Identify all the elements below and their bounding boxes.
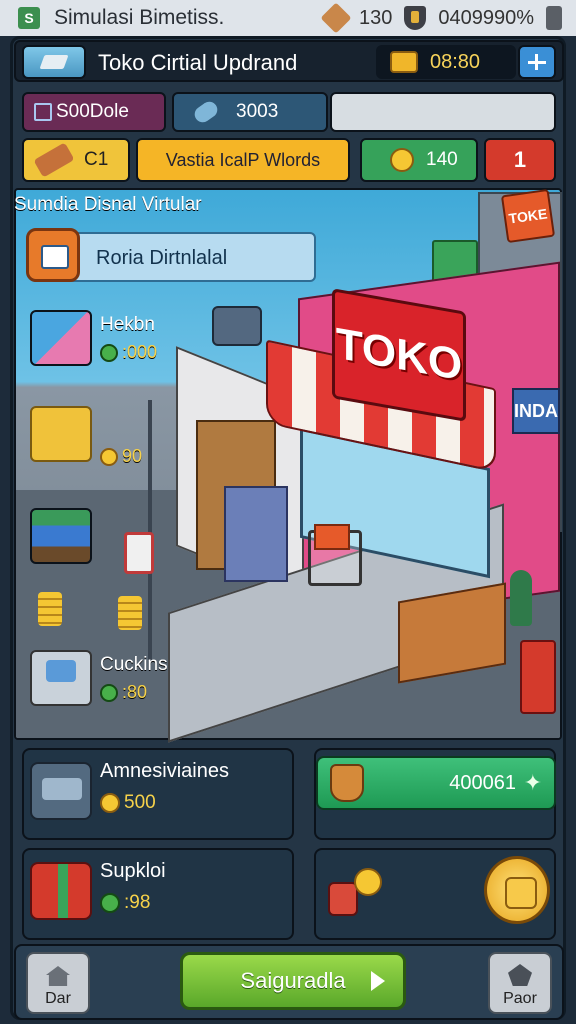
money-bag-icon [330, 764, 364, 802]
list-item[interactable]: 90 [30, 406, 180, 466]
battery-icon [546, 6, 562, 30]
card-name: Amnesiviaines [100, 760, 229, 782]
item-price-value: :80 [122, 682, 148, 702]
resource-pill-b[interactable]: 3003 [172, 92, 328, 132]
green-coin-icon [100, 893, 120, 913]
register-icon [30, 650, 92, 706]
resources-row: S00Dole 3003 [22, 92, 556, 132]
alert-button[interactable]: 1 [484, 138, 556, 182]
home-label: Dar [45, 990, 71, 1007]
shelf-fridge[interactable] [224, 486, 288, 582]
upgrade-card[interactable]: Supkloi :98 [22, 848, 294, 940]
resource-bar-empty [330, 92, 556, 132]
sparkle-icon: ✦ [523, 770, 542, 795]
tower-sign: TOKE [500, 188, 556, 244]
upgrade-card[interactable]: Amnesiviaines 500 [22, 748, 294, 840]
action-row: C1 Vastia IcalP Wlords 140 1 [22, 138, 556, 182]
item-name: Cuckins [100, 654, 168, 675]
primary-action-label: Saiguradla [240, 968, 346, 993]
bottom-bar: Dar Saiguradla Paor [14, 944, 564, 1020]
drone [212, 306, 262, 346]
status-battery-text: 0409990% [438, 6, 534, 29]
menu-grid-button[interactable] [518, 45, 556, 79]
time-text: 08:80 [430, 50, 481, 73]
list-item[interactable] [30, 508, 180, 568]
card-price: 500 [100, 792, 156, 814]
home-button[interactable]: Dar [26, 952, 90, 1014]
bag-icon [320, 2, 352, 34]
resource-a-value: S00Dole [56, 101, 129, 122]
item-name: Hekbn [100, 314, 155, 335]
red-stand [520, 640, 556, 714]
shield-icon [404, 6, 427, 30]
box-icon [34, 103, 52, 121]
shelf-stock-icon [30, 508, 92, 564]
reward-card [314, 848, 556, 940]
tag-label: Paor [503, 990, 537, 1007]
coin-jar-icon [324, 862, 382, 916]
gold-coin-icon [100, 793, 120, 813]
item-price: :80 [100, 682, 147, 703]
toko-sign: TOKO [332, 288, 466, 422]
status-title: Simulasi Bimetiss. [54, 6, 225, 29]
collect-coin-button[interactable] [484, 856, 550, 924]
words-button[interactable]: Vastia IcalP Wlords [136, 138, 350, 182]
gold-gem-icon [390, 51, 418, 73]
list-item[interactable]: Hekbn :000 [30, 310, 180, 370]
coin-icon [390, 148, 414, 172]
primary-action-button[interactable]: Saiguradla [180, 952, 406, 1010]
arrow-right-icon [371, 971, 385, 991]
customer [510, 570, 532, 626]
green-coin-icon [100, 683, 118, 702]
shop-icon[interactable] [22, 45, 86, 79]
header-bar: Toko Cirtial Updrand 08:80 [14, 40, 564, 82]
crate-icon [30, 406, 92, 462]
item-price-value: 90 [122, 446, 143, 466]
status-count: 130 [358, 6, 393, 29]
tool-button[interactable]: C1 [22, 138, 130, 182]
tag-icon [508, 964, 532, 986]
hammer-icon [33, 142, 75, 178]
status-bar: S Simulasi Bimetiss. 130 0409990% [0, 0, 576, 36]
buy-value: 400061 [449, 772, 516, 794]
tag-button[interactable]: Paor [488, 952, 552, 1014]
coin-stack-icon [38, 592, 62, 626]
card-name: Supkloi [100, 860, 166, 882]
green-coin-icon [100, 343, 118, 362]
info-panel-text: Roria Dirtnlalal [96, 247, 228, 269]
buy-button[interactable]: 400061 ✦ [316, 756, 556, 810]
truck-icon [30, 762, 92, 820]
home-icon [46, 966, 70, 986]
shop-badge-icon [26, 228, 80, 282]
page-title: Toko Cirtial Updrand [98, 50, 298, 75]
coins-value: 140 [426, 149, 458, 170]
buy-card: 400061 ✦ [314, 748, 556, 840]
scene-caption: Sumdia Disnal Virtular [14, 194, 202, 215]
resource-pill-a[interactable]: S00Dole [22, 92, 166, 132]
time-display: 08:80 [376, 45, 516, 79]
app-icon: S [18, 7, 40, 29]
boxes-icon [30, 310, 92, 366]
card-price-value: 500 [124, 792, 156, 813]
wrench-icon [191, 98, 221, 126]
list-item[interactable]: Cuckins :80 [30, 650, 180, 710]
gift-icon [30, 862, 92, 920]
gold-coin-icon [100, 447, 118, 466]
card-price: :98 [100, 892, 150, 914]
status-right: 130 0409990% [320, 0, 562, 36]
item-price-value: :000 [122, 342, 158, 362]
gift-box [314, 524, 350, 550]
tool-value: C1 [84, 149, 109, 170]
info-panel[interactable]: Roria Dirtnlalal [26, 228, 316, 282]
item-price: :000 [100, 342, 157, 363]
card-price-value: :98 [124, 892, 151, 913]
coin-stack-icon [118, 596, 142, 630]
india-sign: INDA [512, 388, 560, 434]
coins-button[interactable]: 140 [360, 138, 478, 182]
resource-b-value: 3003 [236, 101, 279, 122]
item-price: 90 [100, 446, 142, 467]
